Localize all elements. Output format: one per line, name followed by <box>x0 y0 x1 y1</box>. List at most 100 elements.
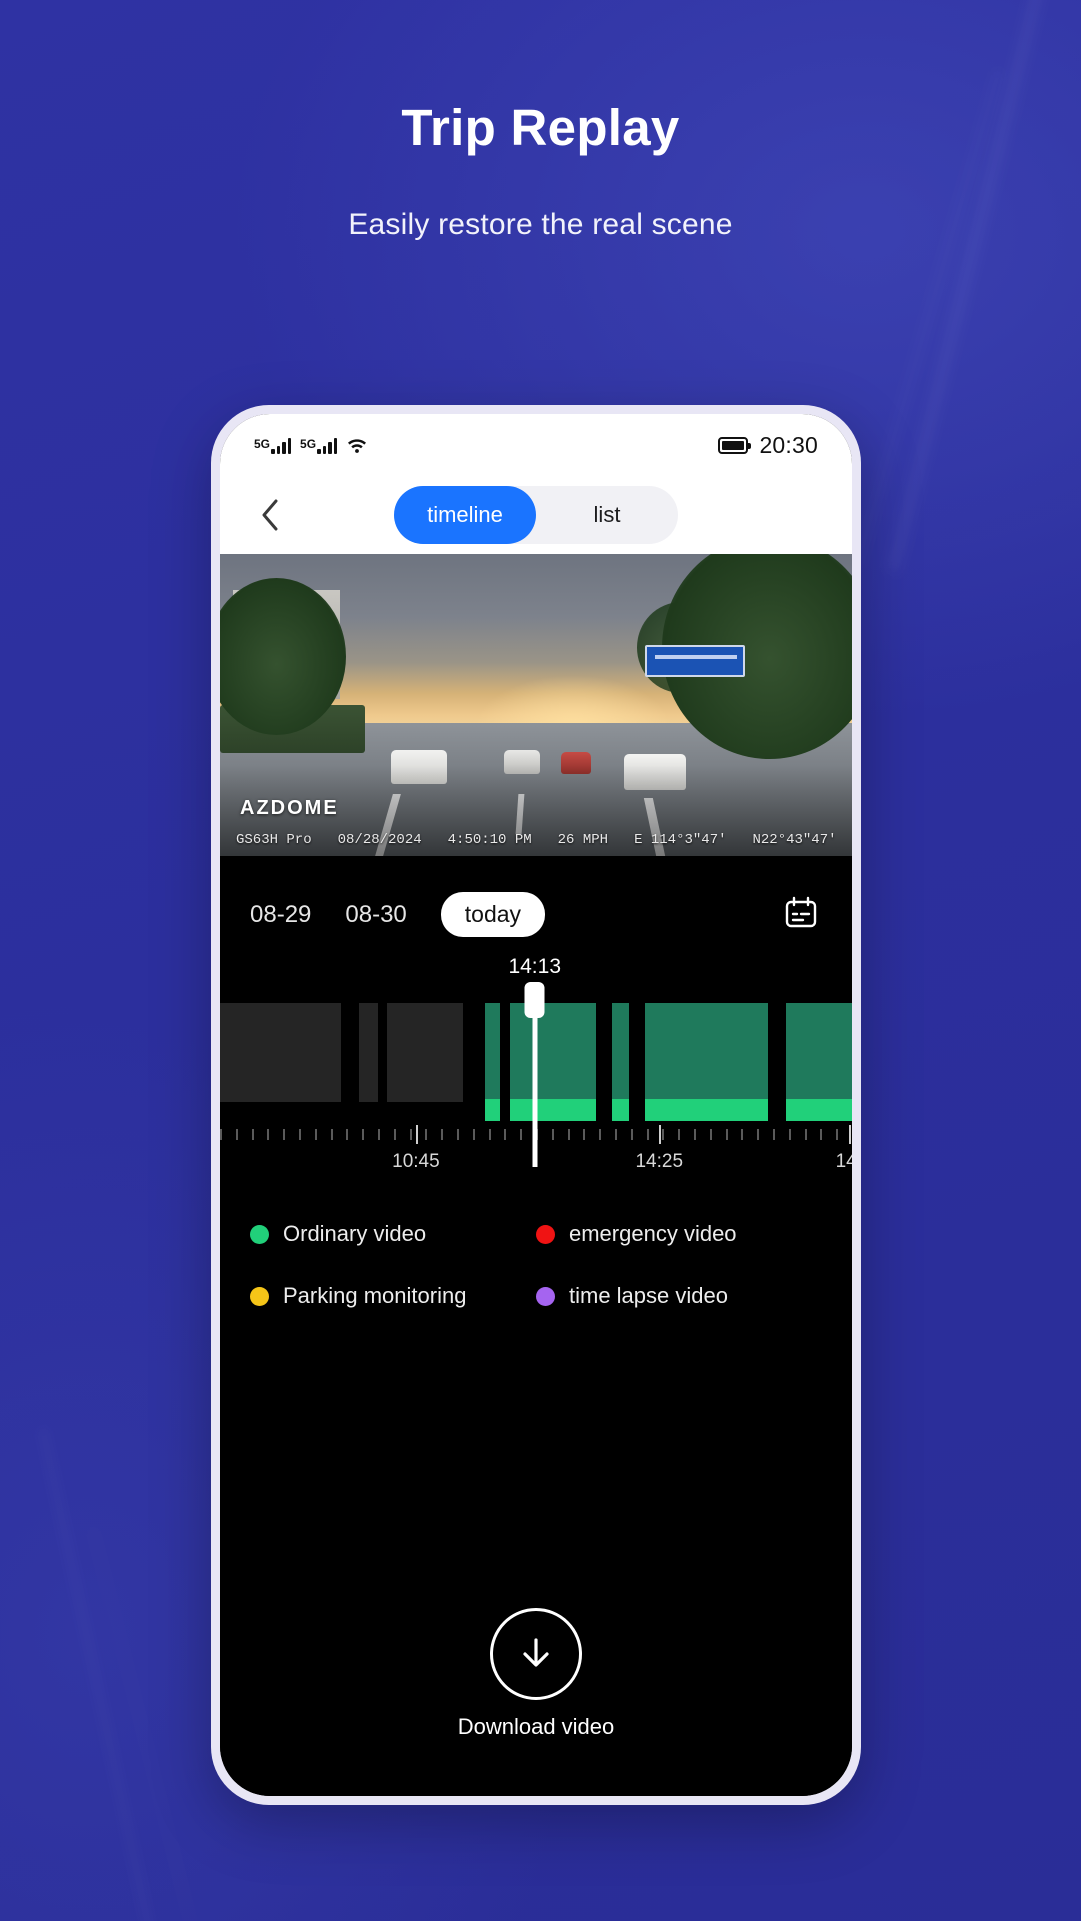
legend-label: Parking monitoring <box>283 1283 467 1308</box>
signal-icon-sim1: 5G <box>254 437 292 454</box>
battery-icon <box>718 436 752 454</box>
tab-list[interactable]: list <box>536 486 678 544</box>
phone-mockup: 5G 5G 20:30 timeline list AZDOME GS63H P… <box>211 405 861 1805</box>
status-bar-clock: 20:30 <box>759 431 818 458</box>
ruler-tick <box>804 1129 807 1140</box>
osd-date: 08/28/2024 <box>337 832 422 848</box>
ruler-tick <box>725 1129 728 1140</box>
download-arrow-icon <box>490 1608 582 1700</box>
timeline-track-area[interactable]: 14:13 10:45 14:25 14: <box>220 955 852 1195</box>
ruler-tick <box>378 1129 380 1140</box>
signal-icon-sim2: 5G <box>300 437 338 454</box>
ruler-tick-major <box>659 1125 662 1144</box>
nav-bar: timeline list <box>220 476 852 554</box>
network-type-label-1: 5G <box>254 437 271 451</box>
ruler-tick <box>457 1129 459 1140</box>
osd-device-model: GS63H Pro <box>236 832 312 848</box>
ruler-tick <box>551 1129 554 1140</box>
ruler-tick <box>488 1129 491 1140</box>
ruler-tick <box>283 1129 286 1140</box>
ruler-tick <box>441 1129 444 1140</box>
ordinary-video-dot <box>250 1224 269 1244</box>
page-subtitle: Easily restore the real scene <box>348 208 733 242</box>
legend: Ordinary video emergency video Parking m… <box>220 1221 852 1309</box>
timeline-segment-ordinary[interactable] <box>785 1003 852 1121</box>
ruler-tick <box>630 1129 633 1140</box>
legend-label: time lapse video <box>569 1283 728 1308</box>
ruler-tick-major <box>848 1125 851 1144</box>
ruler-tick <box>409 1129 412 1140</box>
ruler-tick <box>567 1129 570 1140</box>
signal-bars-icon <box>271 437 292 454</box>
download-video-label: Download video <box>457 1714 615 1739</box>
ruler-label: 14:25 <box>635 1151 684 1172</box>
ruler-tick <box>757 1129 760 1140</box>
ruler-tick <box>220 1129 222 1140</box>
ruler-tick <box>788 1129 791 1140</box>
ruler-tick <box>393 1129 396 1140</box>
tab-timeline[interactable]: timeline <box>394 486 536 544</box>
ruler-label: 10:45 <box>392 1151 440 1172</box>
timeline-segment-empty[interactable] <box>220 1003 342 1103</box>
status-bar-right: 20:30 <box>718 432 818 459</box>
ruler-tick <box>694 1129 696 1140</box>
ruler-tick <box>599 1129 602 1140</box>
date-chip-0830[interactable]: 08-30 <box>345 901 406 929</box>
ruler-tick <box>520 1129 523 1140</box>
ruler-tick <box>773 1129 775 1140</box>
signal-bars-icon <box>317 437 338 454</box>
ruler-tick <box>678 1129 681 1140</box>
video-road-sign <box>644 644 745 677</box>
phone-screen: 5G 5G 20:30 timeline list AZDOME GS63H P… <box>220 414 852 1796</box>
network-type-label-2: 5G <box>300 437 317 451</box>
legend-label: Ordinary video <box>283 1221 427 1246</box>
osd-time: 4:50:10 PM <box>447 832 532 848</box>
calendar-button[interactable] <box>780 894 822 936</box>
ruler-tick <box>330 1129 333 1140</box>
status-bar-left: 5G 5G <box>254 436 368 454</box>
osd-longitude: E 114°3"47' <box>634 832 727 848</box>
video-brand-watermark: AZDOME <box>240 797 339 819</box>
timeline-segment-ordinary[interactable] <box>645 1003 768 1121</box>
ruler-tick <box>583 1129 586 1140</box>
timeline-playhead[interactable] <box>532 985 538 1167</box>
background-streak <box>37 1426 164 1921</box>
ruler-tick <box>267 1129 270 1140</box>
ruler-tick <box>836 1129 839 1140</box>
date-chip-today[interactable]: today <box>440 892 546 937</box>
time-lapse-video-dot <box>536 1286 555 1306</box>
date-chip-0829[interactable]: 08-29 <box>250 901 311 929</box>
download-video-button[interactable]: Download video <box>220 1608 852 1740</box>
legend-label: emergency video <box>569 1221 737 1246</box>
wifi-icon <box>346 436 368 454</box>
status-bar: 5G 5G 20:30 <box>220 414 852 476</box>
timeline-segment-empty[interactable] <box>359 1003 378 1103</box>
emergency-video-dot <box>536 1224 555 1244</box>
parking-monitoring-dot <box>250 1286 269 1306</box>
ruler-tick-major <box>415 1125 418 1144</box>
legend-item-emergency-video: emergency video <box>536 1221 822 1247</box>
ruler-tick <box>646 1129 649 1140</box>
legend-item-time-lapse-video: time lapse video <box>536 1283 822 1309</box>
video-osd-overlay: GS63H Pro 08/28/2024 4:50:10 PM 26 MPH E… <box>236 832 837 848</box>
timeline-segment-ordinary[interactable] <box>510 1003 597 1121</box>
ruler-tick <box>615 1129 617 1140</box>
timeline-segment-empty[interactable] <box>387 1003 464 1103</box>
chevron-left-icon <box>260 499 280 531</box>
legend-item-ordinary-video: Ordinary video <box>250 1221 536 1247</box>
timeline-segment-ordinary[interactable] <box>612 1003 630 1121</box>
legend-item-parking-monitoring: Parking monitoring <box>250 1283 536 1309</box>
view-mode-segmented-control[interactable]: timeline list <box>394 486 678 544</box>
ruler-tick <box>314 1129 317 1140</box>
osd-speed: 26 MPH <box>557 832 609 848</box>
ruler-tick <box>251 1129 254 1140</box>
hero-headings: Trip Replay Easily restore the real scen… <box>0 0 1081 242</box>
ruler-tick <box>346 1129 349 1140</box>
timeline-segment-ordinary[interactable] <box>484 1003 501 1121</box>
back-button[interactable] <box>248 493 292 537</box>
ruler-tick <box>235 1129 238 1140</box>
calendar-icon <box>783 894 819 935</box>
video-preview[interactable]: AZDOME GS63H Pro 08/28/2024 4:50:10 PM 2… <box>220 554 852 856</box>
ruler-label: 14: <box>835 1151 852 1172</box>
ruler-tick <box>709 1129 712 1140</box>
